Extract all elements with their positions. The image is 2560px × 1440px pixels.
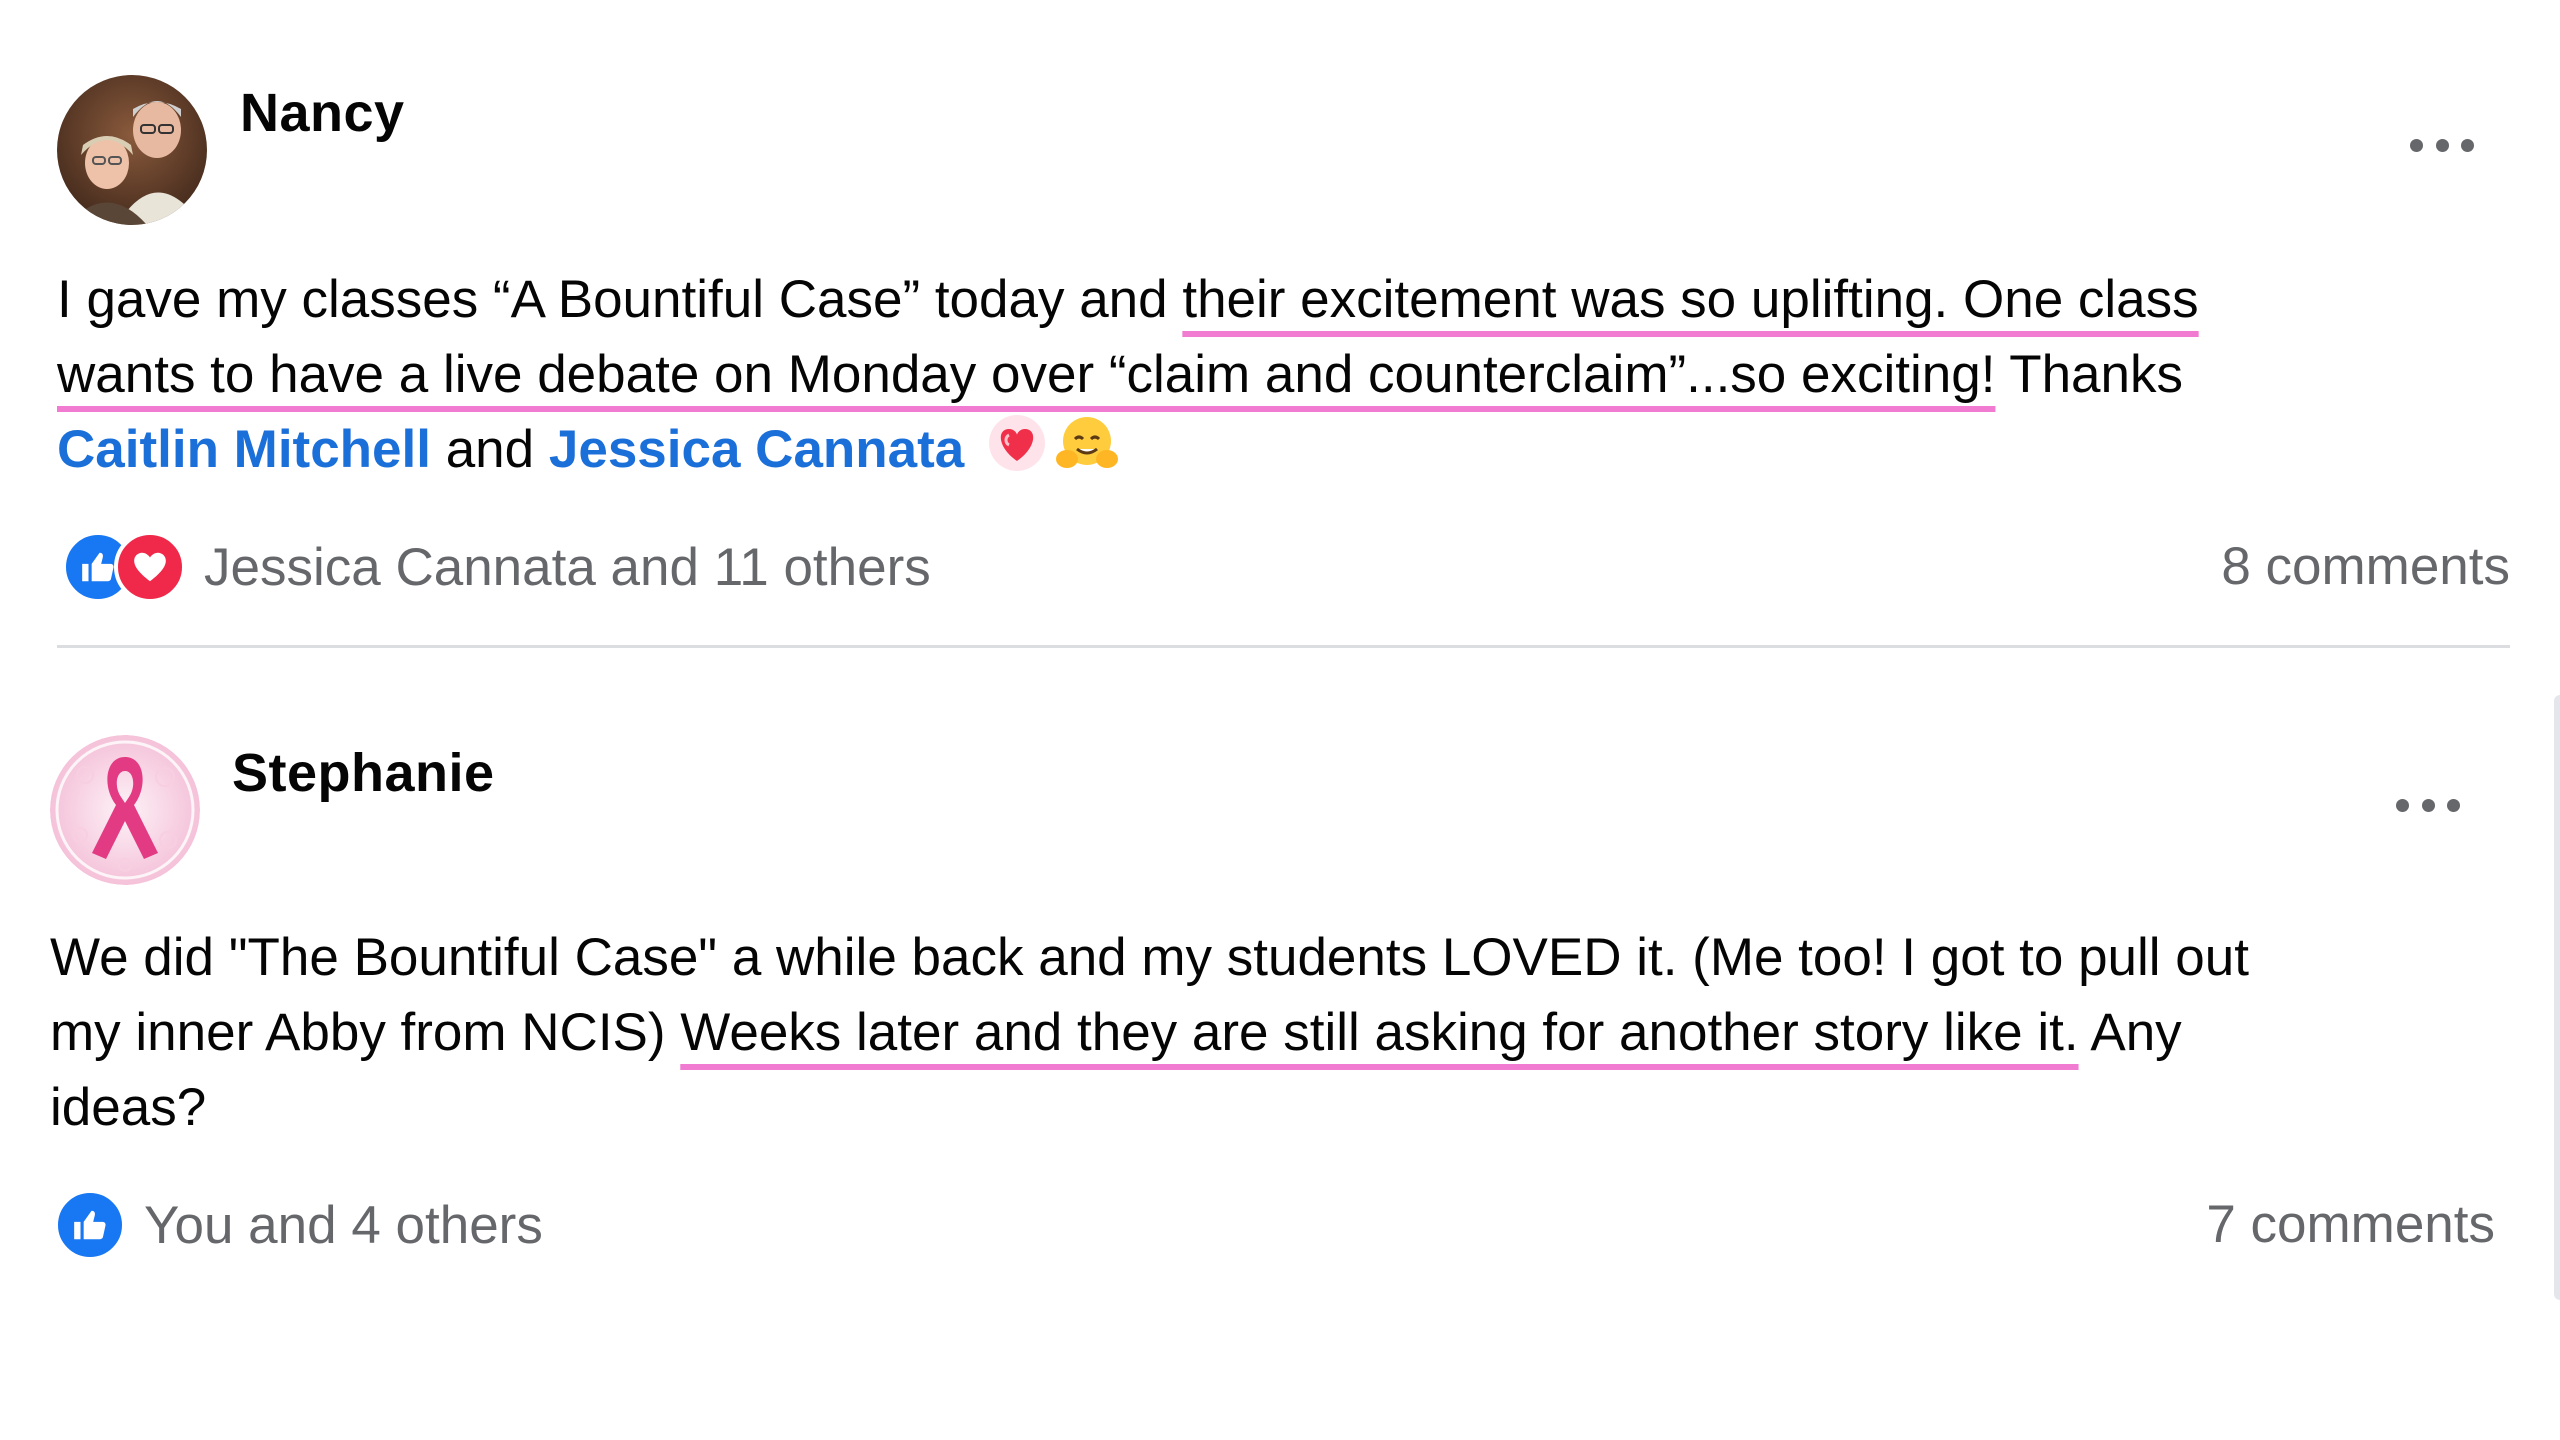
dot [2447, 798, 2460, 812]
reactions-summary[interactable]: You and 4 others [54, 1185, 543, 1265]
reactions-label[interactable]: Jessica Cannata and 11 others [204, 537, 931, 598]
post-divider [57, 645, 2510, 648]
text-line: ideas? [50, 1078, 207, 1137]
more-options-icon[interactable] [2396, 797, 2460, 813]
avatar-nancy[interactable] [57, 75, 207, 225]
mention-link[interactable]: Caitlin Mitchell [57, 420, 431, 479]
text-line: Caitlin Mitchell and Jessica Cannata [57, 412, 2199, 493]
sparkling-heart-emoji-icon [987, 413, 1047, 493]
text-line: my inner Abby from NCIS) Weeks later and… [50, 995, 2249, 1070]
mention-link[interactable]: Jessica Cannata [549, 420, 964, 479]
text-span: I gave my classes “A Bountiful Case” tod… [57, 270, 1183, 329]
avatar-photo-icon [57, 75, 207, 225]
hugging-face-emoji-icon [1055, 413, 1119, 493]
text-span: Any [2078, 1003, 2182, 1062]
post-text: I gave my classes “A Bountiful Case” tod… [57, 262, 2199, 493]
avatar-stephanie[interactable] [50, 735, 200, 885]
author-name[interactable]: Nancy [240, 82, 405, 144]
dot [2461, 138, 2474, 152]
thumbs-up-icon [54, 1189, 126, 1261]
dot [2435, 138, 2449, 152]
highlighted-text: Weeks later and they are still asking fo… [680, 1003, 2079, 1062]
text-line: wants to have a live debate on Monday ov… [57, 337, 2199, 412]
comments-count[interactable]: 7 comments [2206, 1194, 2495, 1255]
text-span: my inner Abby from NCIS) [50, 1003, 681, 1062]
author-name[interactable]: Stephanie [232, 742, 495, 804]
scrollbar-edge[interactable] [2554, 695, 2560, 1300]
reactions-label[interactable]: You and 4 others [144, 1195, 543, 1256]
more-options-icon[interactable] [2410, 137, 2474, 153]
reactions-summary[interactable]: Jessica Cannata and 11 others [62, 527, 931, 607]
text-line: We did "The Bountiful Case" a while back… [50, 928, 2249, 987]
highlighted-text: their excitement was so uplifting. One c… [1182, 270, 2199, 329]
highlighted-text: wants to have a live debate on Monday ov… [57, 345, 1996, 404]
text-span: Thanks [1995, 345, 2184, 404]
comments-count[interactable]: 8 comments [2221, 536, 2510, 597]
pink-ribbon-icon [50, 735, 200, 885]
dot [2410, 138, 2423, 152]
heart-icon [114, 531, 186, 603]
feed: Nancy I gave my classes “A Bountiful Cas… [0, 0, 2560, 1440]
dot [2396, 798, 2409, 812]
post-text: We did "The Bountiful Case" a while back… [50, 920, 2249, 1145]
text-span: and [430, 420, 549, 479]
text-line: I gave my classes “A Bountiful Case” tod… [57, 262, 2199, 337]
dot [2421, 798, 2435, 812]
